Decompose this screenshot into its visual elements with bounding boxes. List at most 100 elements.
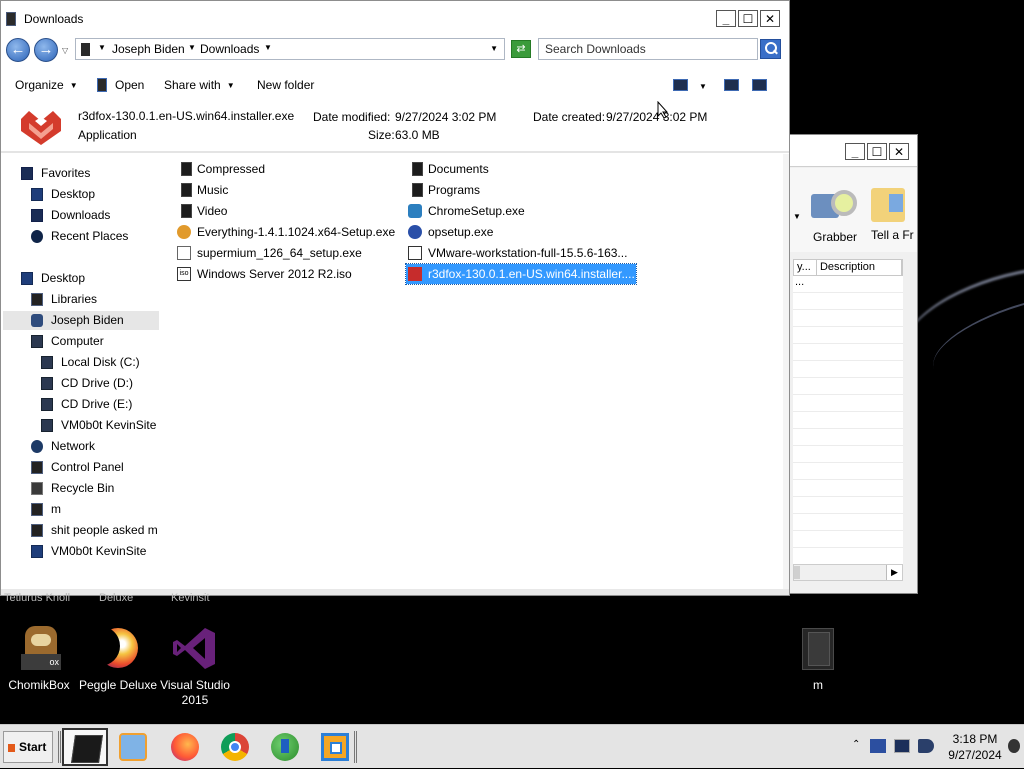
back-button[interactable]: ← xyxy=(6,38,30,62)
start-button[interactable]: Start xyxy=(3,731,53,763)
minimize-button[interactable]: _ xyxy=(716,10,736,27)
nav-item-label: CD Drive (D:) xyxy=(61,376,133,390)
file-name: r3dfox-130.0.1.en-US.win64.installer.... xyxy=(428,267,635,281)
close-button[interactable]: ✕ xyxy=(889,143,909,160)
list-item-selected[interactable]: r3dfox-130.0.1.en-US.win64.installer.... xyxy=(405,263,637,285)
preview-pane-icon[interactable] xyxy=(724,79,739,91)
taskbar-firefox-button[interactable] xyxy=(162,728,208,766)
desktop-icon-label: ChomikBox xyxy=(8,678,70,692)
tell-a-friend-button[interactable]: Tell a Fr xyxy=(871,188,921,242)
forward-arrow-icon: → xyxy=(38,41,54,58)
taskbar-virtualbox-button[interactable] xyxy=(312,728,358,766)
nav-item-user[interactable]: Joseph Biden xyxy=(3,311,159,330)
column-header-description[interactable]: Description xyxy=(817,260,902,275)
column-header[interactable]: y... xyxy=(794,260,817,275)
taskbar-divider xyxy=(58,731,61,763)
grabber-button[interactable]: Grabber xyxy=(811,188,859,244)
details-type: Application xyxy=(78,128,137,142)
libraries-icon xyxy=(31,293,43,306)
search-input[interactable] xyxy=(539,39,757,59)
list-item[interactable] xyxy=(793,463,903,480)
notification-icon[interactable] xyxy=(1008,739,1020,753)
address-history-dropdown[interactable]: ▼ xyxy=(490,44,498,53)
horizontal-scrollbar[interactable]: ▶ xyxy=(793,564,903,581)
navigation-pane: Favorites Desktop Downloads Recent Place… xyxy=(1,154,159,590)
list-item[interactable] xyxy=(793,429,903,446)
close-button[interactable]: ✕ xyxy=(760,10,780,27)
desktop-icon-m-folder[interactable]: m xyxy=(790,624,846,693)
chevron-down-icon[interactable]: ▼ xyxy=(98,43,106,52)
list-item[interactable] xyxy=(793,361,903,378)
list-item[interactable] xyxy=(793,497,903,514)
nav-item-label: VM0b0t KevinSite xyxy=(61,418,157,432)
list-item[interactable] xyxy=(793,446,903,463)
search-box[interactable] xyxy=(538,38,758,60)
search-icon[interactable] xyxy=(760,39,781,59)
background-window[interactable]: _ ☐ ✕ ▼ Grabber Tell a Fr y... Descripti… xyxy=(788,134,918,594)
nav-item-label: Local Disk (C:) xyxy=(61,355,140,369)
volume-icon[interactable] xyxy=(918,739,934,753)
new-folder-button[interactable]: New folder xyxy=(257,78,314,92)
view-options-dropdown[interactable]: ▼ xyxy=(699,78,707,92)
list-item[interactable] xyxy=(793,395,903,412)
taskbar-chrome-button[interactable] xyxy=(212,728,258,766)
list-item[interactable] xyxy=(793,310,903,327)
list-item[interactable] xyxy=(793,412,903,429)
list-item[interactable] xyxy=(793,293,903,310)
open-button[interactable]: Open xyxy=(97,78,144,92)
maximize-button[interactable]: ☐ xyxy=(867,143,887,160)
chevron-down-icon[interactable]: ▼ xyxy=(264,43,272,52)
forward-button[interactable]: → xyxy=(34,38,58,62)
background-window-titlebar[interactable]: _ ☐ ✕ xyxy=(789,135,917,167)
help-icon[interactable] xyxy=(752,79,767,91)
nav-item-label: Control Panel xyxy=(51,460,124,474)
network-drive-icon xyxy=(31,545,43,558)
folder-icon xyxy=(6,12,16,26)
tray-app-icon[interactable] xyxy=(870,739,886,753)
downloads-icon xyxy=(31,209,43,222)
desktop-icon-chomikbox[interactable]: ox ChomikBox xyxy=(4,624,74,693)
scroll-right-arrow-icon[interactable]: ▶ xyxy=(886,565,902,580)
clock-date: 9/27/2024 xyxy=(948,748,1002,762)
everything-icon xyxy=(177,225,191,239)
show-hidden-icons-button[interactable]: ⌃ xyxy=(852,739,860,750)
taskbar-download-manager-button[interactable] xyxy=(262,728,308,766)
chevron-down-icon[interactable]: ▼ xyxy=(188,43,196,52)
folder-icon xyxy=(81,43,90,56)
share-with-button[interactable]: Share with ▼ xyxy=(164,78,235,92)
minimize-button[interactable]: _ xyxy=(845,143,865,160)
list-item[interactable] xyxy=(793,344,903,361)
desktop-icon-visual-studio[interactable]: Visual Studio 2015 xyxy=(158,624,232,708)
recent-pages-dropdown[interactable]: ▽ xyxy=(62,46,68,55)
organize-button[interactable]: Organize ▼ xyxy=(15,78,78,92)
nav-item-label: Recent Places xyxy=(51,229,129,243)
list-item[interactable] xyxy=(793,531,903,548)
change-view-icon[interactable] xyxy=(673,79,688,91)
breadcrumb-item[interactable]: Downloads xyxy=(200,42,259,56)
list-item[interactable] xyxy=(793,480,903,497)
vertical-scrollbar[interactable] xyxy=(783,154,789,590)
refresh-button[interactable]: ⇄ xyxy=(511,40,531,58)
breadcrumb[interactable]: ▼ Joseph Biden ▼ Downloads ▼ ▼ xyxy=(75,38,505,60)
breadcrumb-item[interactable]: Joseph Biden xyxy=(112,42,185,56)
chevron-down-icon: ▼ xyxy=(226,81,235,90)
list-header: y... Description xyxy=(793,259,903,276)
window-titlebar[interactable]: Downloads _ ☐ ✕ xyxy=(1,1,789,37)
computer-icon xyxy=(31,335,43,348)
system-clock[interactable]: 3:18 PM 9/27/2024 xyxy=(940,731,1010,763)
nav-item-label: Network xyxy=(51,439,96,453)
recycle-bin-icon xyxy=(31,482,43,495)
date-modified-value: 9/27/2024 3:02 PM xyxy=(395,110,497,124)
taskbar-explorer-button[interactable] xyxy=(62,728,108,766)
network-icon xyxy=(31,440,43,453)
network-icon[interactable] xyxy=(894,739,910,753)
desktop-icon-peggle[interactable]: Peggle Deluxe xyxy=(78,624,158,693)
chevron-down-icon[interactable]: ▼ xyxy=(793,212,801,221)
list-item[interactable]: ... xyxy=(793,276,903,293)
list-item[interactable] xyxy=(793,514,903,531)
list-item[interactable] xyxy=(793,327,903,344)
scrollbar-thumb[interactable] xyxy=(794,566,800,579)
taskbar-media-player-button[interactable] xyxy=(110,728,156,766)
list-item[interactable] xyxy=(793,378,903,395)
maximize-button[interactable]: ☐ xyxy=(738,10,758,27)
